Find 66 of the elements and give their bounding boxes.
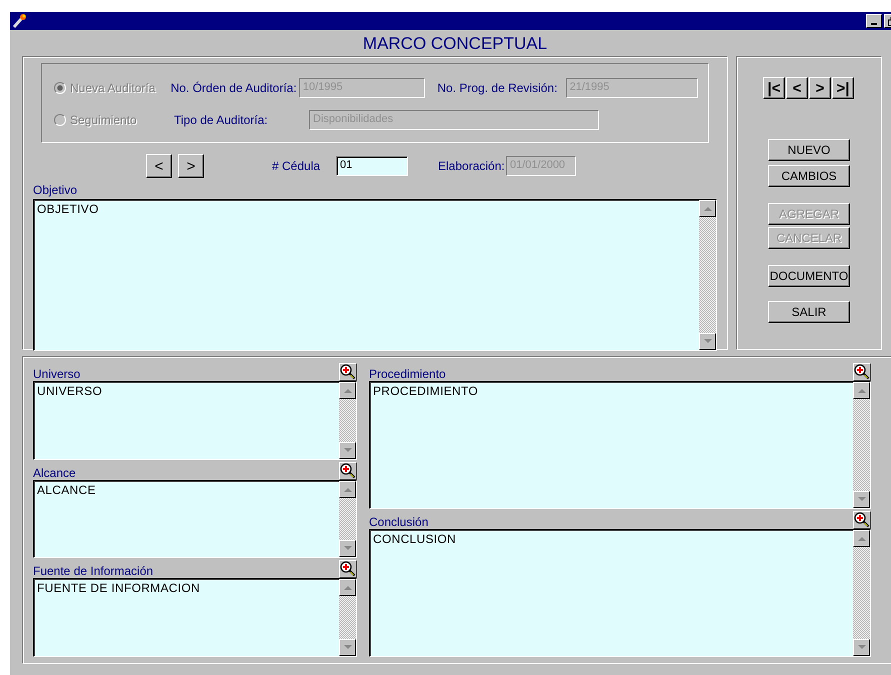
down-arrow-icon <box>858 497 866 502</box>
memo-label: Fuente de Información <box>33 564 154 578</box>
action-button[interactable]: NUEVO <box>768 139 850 161</box>
field-label: No. Órden de Auditoría: <box>170 81 298 95</box>
field-label: Tipo de Auditoría: <box>174 113 269 127</box>
zoom-icon[interactable] <box>339 462 357 480</box>
cedula-field[interactable]: 01 <box>336 156 408 176</box>
memo-field[interactable]: ALCANCE <box>33 480 357 558</box>
scroll-down-button[interactable] <box>853 491 870 508</box>
nav-button[interactable]: > <box>809 77 831 99</box>
field-label: # Cédula <box>272 159 322 173</box>
nav-button[interactable]: |< <box>763 77 785 99</box>
scroll-down-button[interactable] <box>339 540 356 558</box>
down-arrow-icon <box>344 546 352 552</box>
form-title: MARCO CONCEPTUAL <box>362 33 548 55</box>
memo-field[interactable]: FUENTE DE INFORMACION <box>33 578 357 658</box>
scroll-up-button[interactable] <box>339 382 356 399</box>
memo-field[interactable]: PROCEDIMIENTO <box>369 380 871 509</box>
action-button[interactable]: DOCUMENTO <box>768 265 850 287</box>
memo-label: Alcance <box>33 466 76 480</box>
up-arrow-icon <box>344 585 352 590</box>
scrollbar[interactable] <box>339 480 356 558</box>
down-arrow-icon <box>858 645 866 650</box>
scroll-down-button[interactable] <box>699 333 716 350</box>
scroll-down-button[interactable] <box>339 442 356 459</box>
down-arrow-icon <box>344 645 352 650</box>
down-arrow-icon <box>704 339 712 344</box>
scrollbar[interactable] <box>699 200 716 350</box>
scrollbar[interactable] <box>339 382 356 459</box>
nav-button[interactable]: >| <box>832 77 854 99</box>
action-button[interactable]: SALIR <box>768 301 850 323</box>
zoom-icon[interactable] <box>339 560 357 578</box>
nav-button[interactable]: < <box>786 77 808 99</box>
field-label: No. Prog. de Revisión: <box>437 81 558 95</box>
memo-field[interactable]: CONCLUSION <box>369 528 871 657</box>
memo-label: Objetivo <box>33 183 78 197</box>
zoom-icon[interactable] <box>853 510 871 529</box>
app-icon <box>12 13 28 29</box>
minimize-icon[interactable] <box>866 14 882 28</box>
scroll-up-button[interactable] <box>339 480 356 498</box>
up-arrow-icon <box>858 388 866 393</box>
nav-button[interactable]: < <box>146 154 172 178</box>
scroll-down-button[interactable] <box>339 639 356 656</box>
action-button[interactable]: CAMBIOS <box>768 165 850 187</box>
scroll-up-button[interactable] <box>339 579 356 596</box>
scroll-up-button[interactable] <box>699 200 716 217</box>
scrollbar[interactable] <box>853 530 870 656</box>
zoom-icon[interactable] <box>339 362 357 381</box>
memo-label: Universo <box>33 366 80 381</box>
scroll-up-button[interactable] <box>853 382 870 399</box>
up-arrow-icon <box>344 486 352 492</box>
memo-label: Conclusión <box>369 514 428 529</box>
down-arrow-icon <box>344 448 352 453</box>
memo-field[interactable]: OBJETIVO <box>33 199 717 351</box>
scrollbar[interactable] <box>339 579 356 656</box>
zoom-icon[interactable] <box>853 362 871 381</box>
nav-button[interactable]: > <box>178 154 204 178</box>
memo-field[interactable]: UNIVERSO <box>33 380 357 460</box>
memo-label: Procedimiento <box>369 366 446 381</box>
up-arrow-icon <box>344 388 352 393</box>
scrollbar[interactable] <box>853 382 870 508</box>
scroll-up-button[interactable] <box>853 530 870 547</box>
scroll-down-button[interactable] <box>853 639 870 656</box>
up-arrow-icon <box>858 536 866 541</box>
field-label: Elaboración: <box>438 159 506 173</box>
up-arrow-icon <box>704 206 712 211</box>
